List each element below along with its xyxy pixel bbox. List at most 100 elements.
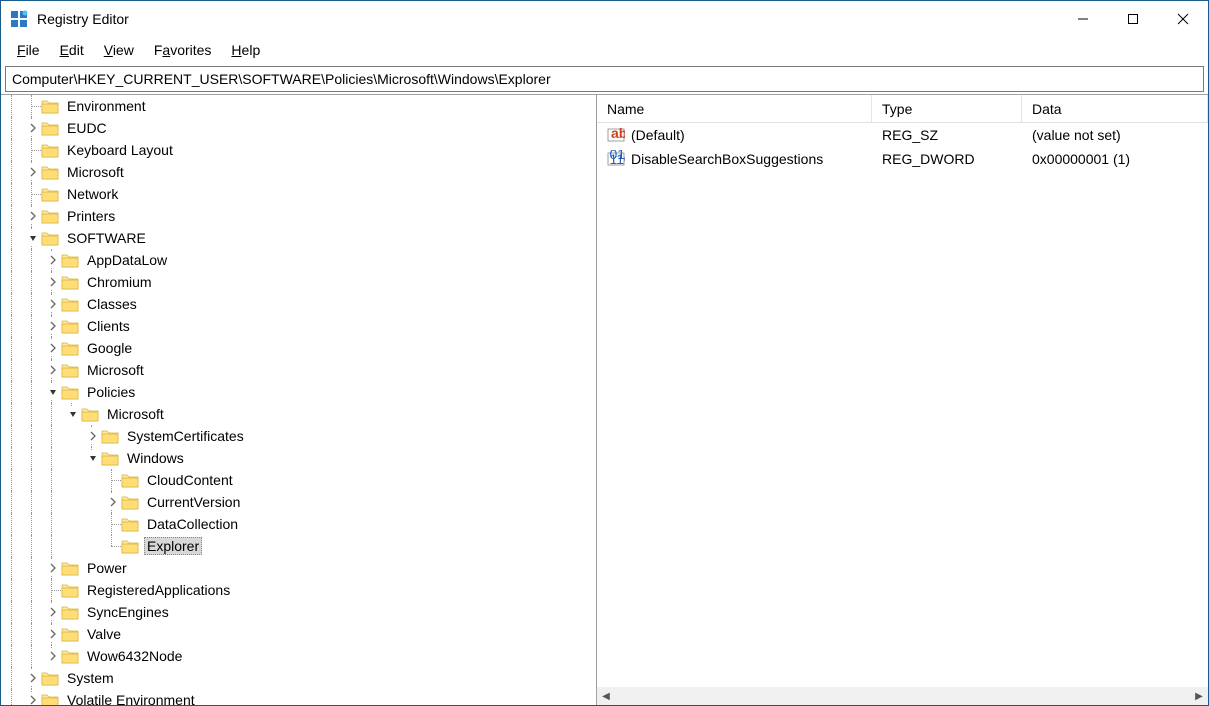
value-row[interactable]: ab (Default) REG_SZ (value not set) [597, 123, 1208, 147]
tree-expander-icon[interactable] [45, 318, 61, 334]
tree-expander-icon[interactable] [45, 252, 61, 268]
tree-node-microsoft[interactable]: Microsoft [1, 403, 596, 425]
folder-icon [41, 165, 59, 180]
tree-node-label: Policies [84, 383, 138, 401]
tree-node-label: Windows [124, 449, 187, 467]
address-bar[interactable]: Computer\HKEY_CURRENT_USER\SOFTWARE\Poli… [5, 66, 1204, 92]
menu-file[interactable]: File [7, 40, 50, 60]
menu-edit[interactable]: Edit [50, 40, 94, 60]
horizontal-scrollbar[interactable]: ◀ ▶ [597, 687, 1208, 705]
folder-icon [61, 297, 79, 312]
tree-node-currentversion[interactable]: CurrentVersion [1, 491, 596, 513]
tree-node-label: Clients [84, 317, 133, 335]
scroll-right-icon[interactable]: ▶ [1190, 687, 1208, 705]
values-header: Name Type Data [597, 95, 1208, 123]
value-name-cell: 011 110 DisableSearchBoxSuggestions [597, 148, 872, 170]
tree-node-windows[interactable]: Windows [1, 447, 596, 469]
scroll-left-icon[interactable]: ◀ [597, 687, 615, 705]
folder-icon [61, 583, 79, 598]
tree-node-label: CloudContent [144, 471, 236, 489]
tree-node-google[interactable]: Google [1, 337, 596, 359]
value-data-cell: (value not set) [1022, 125, 1208, 145]
tree-node-label: Microsoft [64, 163, 127, 181]
tree-expander-icon[interactable] [45, 362, 61, 378]
window-controls [1058, 1, 1208, 36]
column-header-data[interactable]: Data [1022, 95, 1208, 122]
tree-node-registeredapplications[interactable]: RegisteredApplications [1, 579, 596, 601]
tree-expander-icon[interactable] [25, 670, 41, 686]
menu-help[interactable]: Help [221, 40, 270, 60]
tree-expander-icon[interactable] [45, 648, 61, 664]
scroll-track[interactable] [615, 687, 1190, 705]
tree-node-valve[interactable]: Valve [1, 623, 596, 645]
tree-expander-icon[interactable] [45, 274, 61, 290]
tree-node-volatile-environment[interactable]: Volatile Environment [1, 689, 596, 705]
svg-text:ab: ab [611, 126, 625, 141]
tree-expander-icon[interactable] [25, 208, 41, 224]
tree-node-explorer[interactable]: Explorer [1, 535, 596, 557]
tree-node-label: RegisteredApplications [84, 581, 233, 599]
folder-icon [61, 385, 79, 400]
tree-expander-icon[interactable] [25, 120, 41, 136]
menu-favorites[interactable]: Favorites [144, 40, 222, 60]
maximize-button[interactable] [1108, 1, 1158, 36]
tree-expander-icon[interactable] [45, 296, 61, 312]
folder-icon [61, 627, 79, 642]
tree-expander-icon[interactable] [65, 406, 81, 422]
tree-node-policies[interactable]: Policies [1, 381, 596, 403]
tree-node-label: Microsoft [84, 361, 147, 379]
column-header-type[interactable]: Type [872, 95, 1022, 122]
tree-expander-icon[interactable] [105, 494, 121, 510]
tree-node-power[interactable]: Power [1, 557, 596, 579]
tree-expander-icon[interactable] [45, 626, 61, 642]
tree-expander-icon[interactable] [25, 164, 41, 180]
tree-node-microsoft[interactable]: Microsoft [1, 161, 596, 183]
tree-node-keyboard-layout[interactable]: Keyboard Layout [1, 139, 596, 161]
tree-node-label: Keyboard Layout [64, 141, 176, 159]
tree-node-cloudcontent[interactable]: CloudContent [1, 469, 596, 491]
folder-icon [81, 407, 99, 422]
tree-expander-icon[interactable] [45, 560, 61, 576]
tree-node-appdatalow[interactable]: AppDataLow [1, 249, 596, 271]
minimize-button[interactable] [1058, 1, 1108, 36]
tree-expander-icon[interactable] [25, 230, 41, 246]
menu-view[interactable]: View [94, 40, 144, 60]
tree-node-chromium[interactable]: Chromium [1, 271, 596, 293]
tree-node-printers[interactable]: Printers [1, 205, 596, 227]
tree-expander-icon[interactable] [85, 428, 101, 444]
tree-node-systemcertificates[interactable]: SystemCertificates [1, 425, 596, 447]
tree-expander-icon[interactable] [45, 604, 61, 620]
value-name-text: (Default) [631, 127, 685, 143]
menu-bar: File Edit View Favorites Help [1, 36, 1208, 64]
tree-expander-icon[interactable] [45, 340, 61, 356]
folder-icon [61, 341, 79, 356]
tree-node-syncengines[interactable]: SyncEngines [1, 601, 596, 623]
tree-node-label: Printers [64, 207, 118, 225]
column-header-name[interactable]: Name [597, 95, 872, 122]
tree-node-label: Environment [64, 97, 149, 115]
tree-node-microsoft[interactable]: Microsoft [1, 359, 596, 381]
tree-expander-icon[interactable] [85, 450, 101, 466]
value-type-cell: REG_SZ [872, 125, 1022, 145]
tree-panel[interactable]: Environment EUDC Keyboard Layout Microso… [1, 95, 597, 705]
close-button[interactable] [1158, 1, 1208, 36]
tree-expander-icon[interactable] [45, 384, 61, 400]
tree-node-eudc[interactable]: EUDC [1, 117, 596, 139]
tree-node-wow6432node[interactable]: Wow6432Node [1, 645, 596, 667]
title-bar: Registry Editor [1, 1, 1208, 36]
tree-node-label: Classes [84, 295, 140, 313]
tree-node-software[interactable]: SOFTWARE [1, 227, 596, 249]
folder-icon [101, 429, 119, 444]
tree-node-environment[interactable]: Environment [1, 95, 596, 117]
tree-node-clients[interactable]: Clients [1, 315, 596, 337]
tree-node-datacollection[interactable]: DataCollection [1, 513, 596, 535]
folder-icon [61, 253, 79, 268]
main-content: Environment EUDC Keyboard Layout Microso… [1, 94, 1208, 705]
tree-node-system[interactable]: System [1, 667, 596, 689]
values-body[interactable]: ab (Default) REG_SZ (value not set) 011 … [597, 123, 1208, 687]
folder-icon [61, 561, 79, 576]
tree-node-classes[interactable]: Classes [1, 293, 596, 315]
tree-node-network[interactable]: Network [1, 183, 596, 205]
tree-expander-icon[interactable] [25, 692, 41, 705]
value-row[interactable]: 011 110 DisableSearchBoxSuggestions REG_… [597, 147, 1208, 171]
